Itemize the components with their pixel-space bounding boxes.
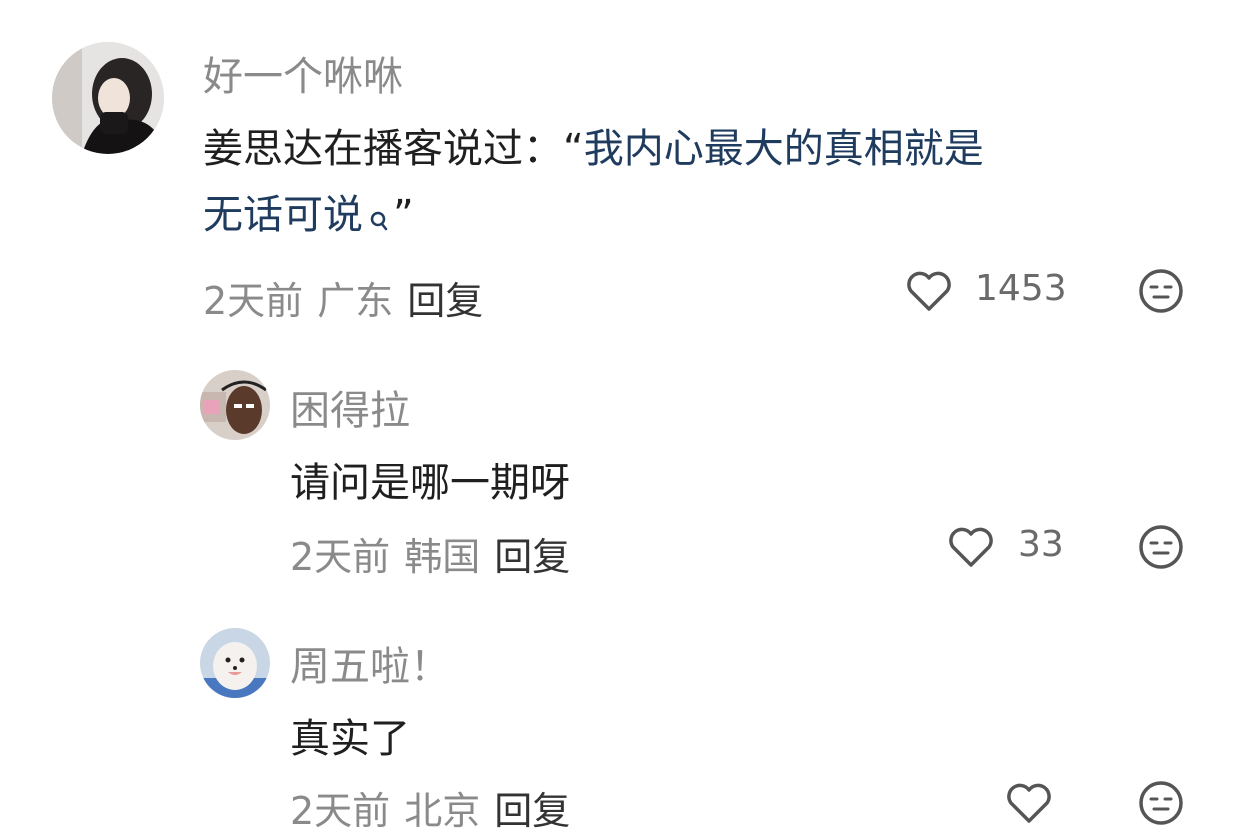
comment-meta: 2天前 韩国 回复: [290, 526, 584, 581]
topic-link-continued[interactable]: 无话可说: [203, 192, 363, 238]
heart-outline-icon[interactable]: [946, 522, 996, 572]
comment-item: 好一个咻咻 姜思达在播客说过：“我内心最大的真相就是 无话可说 ” 2天前 广东 回复…: [0, 0, 1260, 330]
username[interactable]: 周五啦！: [290, 634, 450, 692]
comment-text: 真实了: [290, 716, 410, 762]
comment-text: 请问是哪一期呀: [290, 460, 570, 506]
neutral-face-icon[interactable]: [1136, 522, 1186, 572]
comment-location: 广东: [317, 279, 394, 323]
topic-link[interactable]: 我内心最大的真相就是: [584, 126, 984, 172]
username[interactable]: 困得拉: [290, 378, 410, 436]
username[interactable]: 好一个咻咻: [203, 44, 403, 102]
neutral-face-icon[interactable]: [1136, 778, 1186, 828]
man-selfie-avatar[interactable]: [200, 370, 270, 440]
like-count: 1453: [975, 268, 1067, 309]
reply-button[interactable]: 回复: [407, 279, 483, 323]
comment-text-before-topic: 姜思达在播客说过：“: [203, 126, 584, 172]
woman-portrait-avatar[interactable]: [52, 42, 164, 154]
reply-item: 周五啦！ 真实了 2天前 北京 回复: [0, 590, 1260, 835]
neutral-face-icon[interactable]: [1136, 266, 1186, 316]
comment-text-line2: 无话可说 ”: [203, 193, 414, 237]
comment-location: 韩国: [404, 535, 481, 579]
reply-item: 困得拉 请问是哪一期呀 2天前 韩国 回复 33: [0, 330, 1260, 590]
comment-location: 北京: [404, 789, 481, 833]
comment-time: 2天前: [290, 789, 391, 833]
white-dog-avatar[interactable]: [200, 628, 270, 698]
comment-meta: 2天前 北京 回复: [290, 780, 584, 835]
comment-time: 2天前: [203, 279, 304, 323]
reply-button[interactable]: 回复: [494, 535, 570, 579]
reply-button[interactable]: 回复: [494, 789, 570, 833]
comment-time: 2天前: [290, 535, 391, 579]
heart-outline-icon[interactable]: [1004, 778, 1054, 828]
search-icon[interactable]: [369, 199, 389, 231]
like-count: 33: [1018, 524, 1064, 565]
comment-meta: 2天前 广东 回复: [203, 270, 497, 325]
heart-outline-icon[interactable]: [904, 266, 954, 316]
comment-text: 姜思达在播客说过：“我内心最大的真相就是: [203, 127, 984, 171]
comment-text-after-topic: ”: [393, 192, 414, 238]
